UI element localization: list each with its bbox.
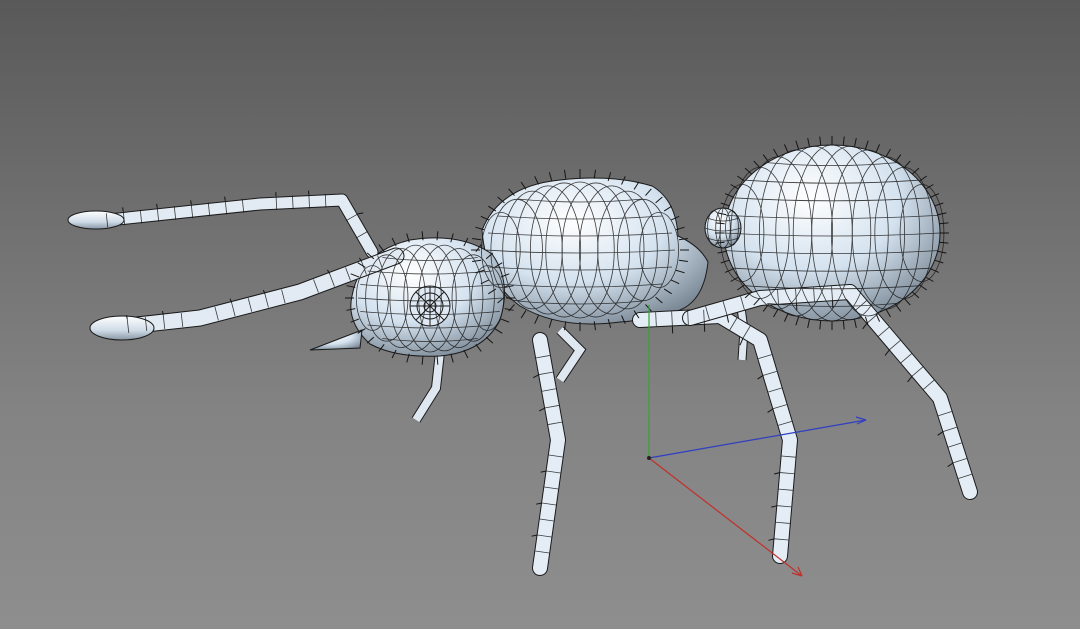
z-axis-handle[interactable] bbox=[648, 419, 867, 459]
mid-leg-near[interactable] bbox=[632, 308, 798, 564]
front-leg-far[interactable] bbox=[411, 351, 445, 423]
mandible[interactable] bbox=[309, 329, 363, 351]
antenna-far[interactable] bbox=[67, 193, 379, 259]
mid-leg-far[interactable] bbox=[555, 326, 587, 383]
viewport-scene[interactable] bbox=[0, 0, 1080, 629]
ant-model[interactable] bbox=[67, 136, 978, 576]
3d-viewport[interactable] bbox=[0, 0, 1080, 629]
gizmo-origin[interactable] bbox=[647, 456, 651, 460]
